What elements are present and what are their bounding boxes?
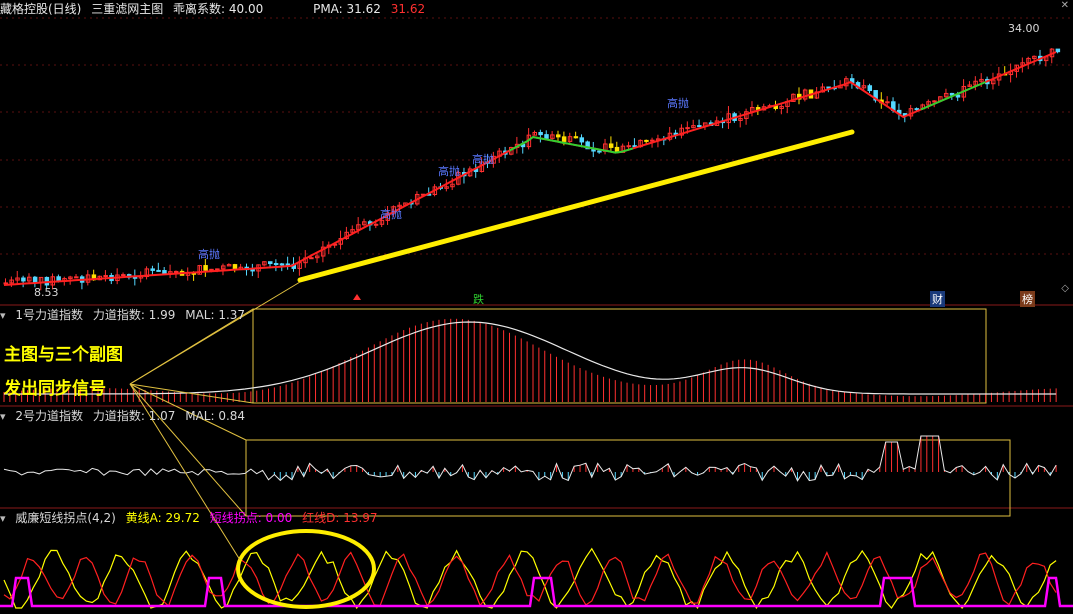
high-price-label: 34.00 [1008,22,1040,35]
indicator-name[interactable]: 三重滤网主图 [91,2,163,16]
candle-body [955,94,961,98]
candle-body [250,269,255,272]
annotation-line1: 主图与三个副图 [4,345,123,365]
candle-body [538,131,543,136]
candle-body [285,263,291,266]
signal-tag: 高抛 [438,165,460,178]
candle-body [162,270,167,274]
candle-body [608,143,614,148]
pma-label: PMA: 31.62 [313,2,381,16]
gear-icon[interactable]: ▾ [0,512,6,525]
candle-body [885,101,890,104]
candle-body [685,127,690,130]
finance-marker[interactable]: 财 [930,291,945,307]
sub3-red: 红线D: 13.97 [302,511,378,525]
diamond-icon[interactable]: ◇ [1061,283,1069,294]
candle-body [914,108,920,111]
leader-line [129,383,247,517]
rank-marker[interactable]: 榜 [1020,291,1035,307]
candle-body [579,137,585,143]
candle-body [309,257,314,260]
highlight-ellipse [236,529,376,609]
ma-line-green [920,81,986,111]
candle-body [867,85,873,92]
stock-title[interactable]: 藏格控股(日线) [0,2,81,16]
gear-icon[interactable]: ▾ [0,309,6,322]
sub3-short: 短线拐点: 0.00 [209,511,293,525]
ma-line [3,51,1057,286]
main-panel-header: 藏格控股(日线) 三重滤网主图 乖离系数: 40.00 PMA: 31.62 3… [0,0,431,18]
force-line [4,321,1057,395]
sub1-mal: MAL: 1.37 [185,308,246,322]
candle-body [597,150,602,153]
force-line [3,435,1057,482]
candle-body [173,270,179,273]
deviation-label: 乖离系数: 40.00 [173,2,264,16]
signal-tag: 高抛 [380,208,402,221]
candle-body [156,269,161,272]
candle-body [556,134,561,138]
candle-body [1055,48,1061,53]
sub3-title[interactable]: 威廉短线拐点(4,2) [15,511,115,525]
gear-icon[interactable]: ▾ [0,410,6,423]
candle-body [232,264,238,270]
candle-body [203,265,208,271]
close-icon[interactable]: ✕ [1061,0,1069,11]
up-arrow-icon [353,294,361,300]
candle-body [209,268,214,271]
candle-body [544,134,549,139]
pma-value-red: 31.62 [390,2,426,16]
candle-body [132,276,138,279]
candle-body [150,268,155,271]
low-price-label: 8.53 [34,286,59,299]
candle-body [3,282,8,285]
sub2-title[interactable]: 2号力道指数 [15,409,83,423]
candle-body [644,139,649,142]
candle-body [121,274,126,277]
candle-body [103,275,108,278]
sub3-header: ▾ 威廉短线拐点(4,2) 黄线A: 29.72 短线拐点: 0.00 红线D:… [0,509,384,527]
candle-body [697,125,702,128]
candle-body [650,139,655,142]
candle-body [273,263,279,266]
sub2-value: 力道指数: 1.07 [92,409,176,423]
candle-body [268,261,273,265]
fall-marker: 跌 [473,293,484,306]
signal-tag: 高抛 [198,248,220,261]
candle-body [573,136,579,139]
highlight-box [245,439,1011,517]
sub1-title[interactable]: 1号力道指数 [15,308,83,322]
signal-tag: 高抛 [667,97,689,110]
sub1-header: ▾ 1号力道指数 力道指数: 1.99 MAL: 1.37 [0,306,251,324]
candle-body [21,277,26,282]
signal-tag: 高抛 [472,153,494,166]
candle-body [932,100,937,103]
candle-body [279,263,285,266]
annotation-line2: 发出同步信号 [4,379,106,399]
candle-body [215,268,220,271]
candle-body [74,276,79,279]
sub3-yellow: 黄线A: 29.72 [125,511,200,525]
sub2-header: ▾ 2号力道指数 力道指数: 1.07 MAL: 0.84 [0,407,251,425]
candle-body [373,223,379,226]
ma-line-green [509,135,634,154]
sub2-mal: MAL: 0.84 [185,409,246,423]
candle-body [561,136,567,142]
sub1-value: 力道指数: 1.99 [92,308,176,322]
turning-point-line [0,576,1073,608]
candle-body [626,145,632,148]
